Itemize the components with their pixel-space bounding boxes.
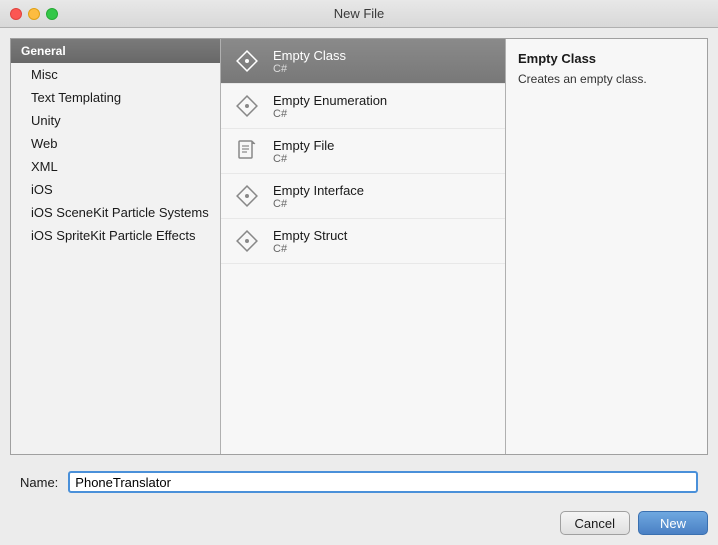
sidebar-item-unity[interactable]: Unity	[11, 109, 220, 132]
name-row: Name:	[10, 463, 708, 501]
buttons-row: Cancel New	[0, 511, 718, 545]
template-subtitle: C#	[273, 63, 346, 75]
sidebar-item-ios[interactable]: iOS	[11, 178, 220, 201]
name-label: Name:	[20, 475, 58, 490]
traffic-lights	[10, 8, 58, 20]
window-title: New File	[334, 6, 385, 21]
sidebar-item-xml[interactable]: XML	[11, 155, 220, 178]
cancel-button[interactable]: Cancel	[560, 511, 630, 535]
template-text: Empty EnumerationC#	[273, 93, 387, 120]
template-title: Empty Interface	[273, 183, 364, 198]
template-subtitle: C#	[273, 243, 347, 255]
category-header: General	[11, 39, 220, 63]
template-title: Empty Enumeration	[273, 93, 387, 108]
template-item-empty-struct[interactable]: Empty StructC#	[221, 219, 505, 264]
panels: General MiscText TemplatingUnityWebXMLiO…	[10, 38, 708, 455]
sidebar-item-web[interactable]: Web	[11, 132, 220, 155]
detail-title: Empty Class	[518, 51, 695, 66]
template-title: Empty Struct	[273, 228, 347, 243]
diamond-icon	[231, 90, 263, 122]
template-text: Empty StructC#	[273, 228, 347, 255]
main-content: General MiscText TemplatingUnityWebXMLiO…	[0, 28, 718, 511]
template-title: Empty File	[273, 138, 334, 153]
left-panel: General MiscText TemplatingUnityWebXMLiO…	[11, 39, 221, 454]
name-input[interactable]	[68, 471, 698, 493]
maximize-button[interactable]	[46, 8, 58, 20]
template-text: Empty ClassC#	[273, 48, 346, 75]
minimize-button[interactable]	[28, 8, 40, 20]
diamond-icon	[231, 45, 263, 77]
middle-panel: Empty ClassC# Empty EnumerationC# Empty …	[221, 39, 506, 454]
file-icon	[231, 135, 263, 167]
template-text: Empty FileC#	[273, 138, 334, 165]
new-button[interactable]: New	[638, 511, 708, 535]
sidebar-item-ios-spritekit-particle-effects[interactable]: iOS SpriteKit Particle Effects	[11, 224, 220, 247]
template-item-empty-enumeration[interactable]: Empty EnumerationC#	[221, 84, 505, 129]
template-text: Empty InterfaceC#	[273, 183, 364, 210]
sidebar-item-text-templating[interactable]: Text Templating	[11, 86, 220, 109]
template-item-empty-class[interactable]: Empty ClassC#	[221, 39, 505, 84]
title-bar: New File	[0, 0, 718, 28]
sidebar-item-ios-scenekit-particle-systems[interactable]: iOS SceneKit Particle Systems	[11, 201, 220, 224]
template-subtitle: C#	[273, 153, 334, 165]
template-subtitle: C#	[273, 198, 364, 210]
detail-description: Creates an empty class.	[518, 72, 695, 86]
diamond-icon	[231, 180, 263, 212]
template-subtitle: C#	[273, 108, 387, 120]
close-button[interactable]	[10, 8, 22, 20]
template-item-empty-file[interactable]: Empty FileC#	[221, 129, 505, 174]
diamond-icon	[231, 225, 263, 257]
sidebar-item-misc[interactable]: Misc	[11, 63, 220, 86]
right-panel: Empty Class Creates an empty class.	[506, 39, 707, 454]
template-item-empty-interface[interactable]: Empty InterfaceC#	[221, 174, 505, 219]
template-title: Empty Class	[273, 48, 346, 63]
